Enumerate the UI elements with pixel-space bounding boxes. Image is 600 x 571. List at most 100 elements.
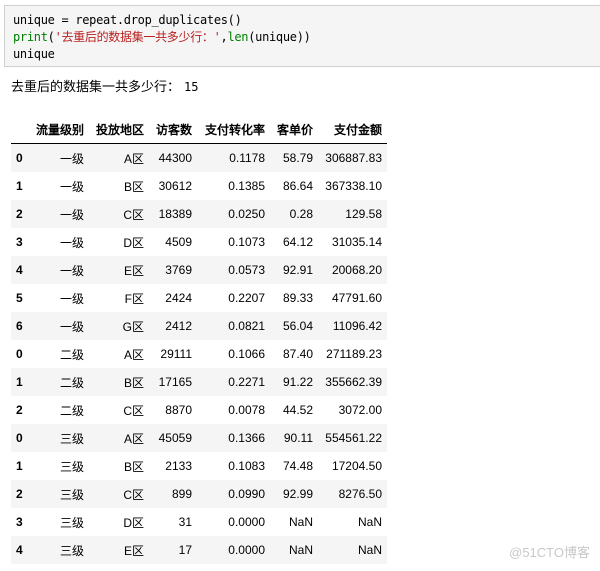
print-output: 去重后的数据集一共多少行： 15 bbox=[11, 76, 198, 95]
cell-payment-amount: 129.58 bbox=[345, 207, 382, 221]
cell-payment-amount: 271189.23 bbox=[326, 347, 382, 361]
code-string: '去重后的数据集一共多少行：' bbox=[54, 30, 221, 44]
cell-visitors: 2412 bbox=[165, 319, 192, 333]
cell-visitors: 2133 bbox=[165, 459, 192, 473]
table-row: 2 三级 C区 899 0.0990 92.99 8276.50 bbox=[11, 480, 387, 508]
table-row: 1 三级 B区 2133 0.1083 74.48 17204.50 bbox=[11, 452, 387, 480]
table-row: 4 一级 E区 3769 0.0573 92.91 20068.20 bbox=[11, 256, 387, 284]
cell-region: D区 bbox=[123, 515, 144, 530]
table-row: 1 一级 B区 30612 0.1385 86.64 367338.10 bbox=[11, 172, 387, 200]
cell-conversion-rate: 0.0000 bbox=[228, 515, 265, 529]
cell-traffic-level: 二级 bbox=[59, 375, 84, 390]
table-row: 0 三级 A区 45059 0.1366 90.11 554561.22 bbox=[11, 424, 387, 452]
cell-visitors: 31 bbox=[178, 515, 192, 529]
table-row: 2 二级 C区 8870 0.0078 44.52 3072.00 bbox=[11, 396, 387, 424]
row-index: 4 bbox=[16, 263, 23, 277]
cell-payment-amount: 554561.22 bbox=[325, 431, 382, 445]
row-index: 2 bbox=[16, 403, 23, 417]
cell-unit-price: 92.99 bbox=[282, 487, 313, 501]
table-row: 0 一级 A区 44300 0.1178 58.79 306887.83 bbox=[11, 143, 387, 172]
cell-unit-price: 90.11 bbox=[283, 431, 313, 445]
code-line: unique = repeat.drop_duplicates() bbox=[13, 12, 600, 29]
cell-region: C区 bbox=[123, 403, 144, 418]
print-output-value: 15 bbox=[184, 80, 199, 94]
row-index: 0 bbox=[16, 347, 23, 361]
cell-visitors: 44300 bbox=[158, 151, 192, 165]
table-row: 3 三级 D区 31 0.0000 NaN NaN bbox=[11, 508, 387, 536]
cell-visitors: 17 bbox=[178, 543, 192, 557]
header-payment-amount: 支付金额 bbox=[318, 116, 387, 144]
table-row: 1 二级 B区 17165 0.2271 91.22 355662.39 bbox=[11, 368, 387, 396]
code-text: unique = repeat.drop_duplicates() bbox=[13, 13, 242, 27]
cell-traffic-level: 一级 bbox=[59, 179, 84, 194]
cell-payment-amount: 367338.10 bbox=[325, 179, 382, 193]
cell-visitors: 899 bbox=[171, 487, 192, 501]
cell-region: F区 bbox=[124, 291, 144, 306]
row-index: 3 bbox=[16, 235, 23, 249]
code-line: unique bbox=[13, 46, 600, 63]
header-visitors: 访客数 bbox=[149, 116, 197, 144]
code-text: unique bbox=[13, 47, 55, 61]
row-index: 1 bbox=[16, 179, 23, 193]
cell-payment-amount: 17204.50 bbox=[331, 459, 382, 473]
cell-conversion-rate: 0.1366 bbox=[228, 431, 265, 445]
cell-conversion-rate: 0.1066 bbox=[228, 347, 265, 361]
cell-payment-amount: NaN bbox=[357, 543, 382, 557]
cell-traffic-level: 三级 bbox=[59, 543, 84, 558]
cell-region: B区 bbox=[123, 179, 144, 194]
code-cell-input[interactable]: unique = repeat.drop_duplicates() print('… bbox=[4, 5, 600, 67]
row-index: 2 bbox=[16, 207, 23, 221]
cell-traffic-level: 一级 bbox=[59, 151, 84, 166]
cell-payment-amount: 306887.83 bbox=[325, 151, 382, 165]
cell-payment-amount: 31035.14 bbox=[331, 235, 382, 249]
cell-conversion-rate: 0.0821 bbox=[228, 319, 265, 333]
code-text: ( bbox=[47, 30, 55, 44]
table-row: 3 一级 D区 4509 0.1073 64.12 31035.14 bbox=[11, 228, 387, 256]
cell-unit-price: 89.33 bbox=[282, 291, 313, 305]
cell-visitors: 3769 bbox=[165, 263, 192, 277]
row-index: 4 bbox=[16, 543, 23, 557]
table-row: 4 三级 E区 17 0.0000 NaN NaN bbox=[11, 536, 387, 564]
cell-visitors: 18389 bbox=[158, 207, 192, 221]
row-index: 1 bbox=[16, 375, 23, 389]
cell-unit-price: 87.40 bbox=[282, 347, 313, 361]
code-line: print('去重后的数据集一共多少行：',len(unique)) bbox=[13, 29, 600, 46]
cell-conversion-rate: 0.1083 bbox=[228, 459, 265, 473]
cell-visitors: 4509 bbox=[165, 235, 192, 249]
cell-conversion-rate: 0.0078 bbox=[228, 403, 265, 417]
row-index: 1 bbox=[16, 459, 23, 473]
cell-payment-amount: 47791.60 bbox=[331, 291, 382, 305]
cell-region: A区 bbox=[123, 151, 144, 166]
cell-unit-price: NaN bbox=[288, 543, 313, 557]
table-row: 5 一级 F区 2424 0.2207 89.33 47791.60 bbox=[11, 284, 387, 312]
print-output-label: 去重后的数据集一共多少行： bbox=[11, 80, 181, 95]
cell-traffic-level: 一级 bbox=[59, 319, 84, 334]
dataframe-table: 流量级别 投放地区 访客数 支付转化率 客单价 支付金额 0 一级 A区 44300 0… bbox=[11, 116, 387, 564]
cell-payment-amount: 3072.00 bbox=[338, 403, 382, 417]
cell-region: E区 bbox=[123, 263, 144, 278]
cell-unit-price: 86.64 bbox=[282, 179, 313, 193]
cell-region: G区 bbox=[122, 319, 144, 334]
table-row: 6 一级 G区 2412 0.0821 56.04 11096.42 bbox=[11, 312, 387, 340]
cell-traffic-level: 二级 bbox=[59, 347, 84, 362]
cell-traffic-level: 一级 bbox=[59, 263, 84, 278]
cell-region: A区 bbox=[123, 431, 144, 446]
cell-payment-amount: NaN bbox=[357, 515, 382, 529]
cell-unit-price: 92.91 bbox=[282, 263, 313, 277]
code-text: (unique)) bbox=[248, 30, 311, 44]
cell-conversion-rate: 0.0990 bbox=[228, 487, 265, 501]
cell-traffic-level: 三级 bbox=[59, 487, 84, 502]
cell-region: D区 bbox=[123, 235, 144, 250]
watermark: @51CTO博客 bbox=[509, 545, 590, 560]
row-index: 0 bbox=[16, 151, 23, 165]
header-index bbox=[11, 116, 30, 144]
cell-region: E区 bbox=[123, 543, 144, 558]
row-index: 0 bbox=[16, 431, 23, 445]
cell-visitors: 29111 bbox=[160, 347, 192, 361]
cell-visitors: 17165 bbox=[158, 375, 192, 389]
table-row: 2 一级 C区 18389 0.0250 0.28 129.58 bbox=[11, 200, 387, 228]
cell-visitors: 30612 bbox=[158, 179, 192, 193]
row-index: 5 bbox=[16, 291, 23, 305]
cell-unit-price: 91.22 bbox=[282, 375, 313, 389]
cell-conversion-rate: 0.0000 bbox=[228, 543, 265, 557]
